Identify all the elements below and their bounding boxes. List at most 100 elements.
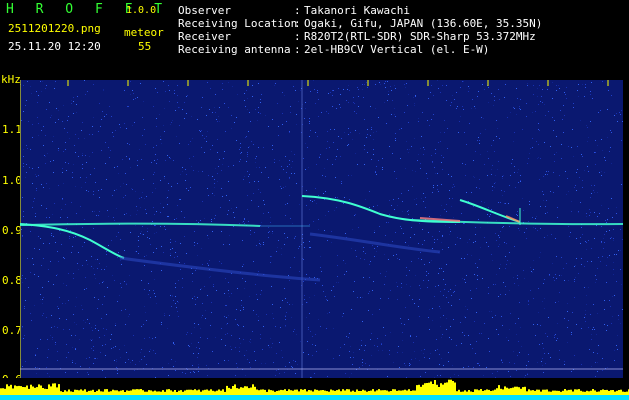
- noise-speck: [469, 88, 470, 89]
- noise-speck: [186, 253, 187, 254]
- level-bar: [496, 388, 498, 395]
- noise-speck: [321, 271, 322, 272]
- noise-speck: [22, 235, 23, 236]
- noise-speck: [543, 194, 544, 195]
- noise-speck: [196, 347, 197, 348]
- noise-speck: [220, 207, 221, 208]
- noise-speck: [600, 110, 601, 111]
- noise-speck: [228, 282, 229, 283]
- noise-speck: [92, 339, 93, 340]
- level-bar: [428, 382, 430, 395]
- noise-speck: [299, 204, 300, 205]
- noise-speck: [493, 284, 494, 285]
- noise-speck: [147, 231, 148, 232]
- noise-speck: [68, 116, 69, 117]
- noise-speck: [372, 245, 373, 246]
- level-bar: [576, 389, 578, 395]
- noise-speck: [316, 164, 317, 165]
- noise-speck: [113, 347, 114, 348]
- level-bar: [552, 390, 554, 395]
- level-bar: [172, 391, 174, 395]
- noise-speck: [589, 349, 590, 350]
- noise-speck: [179, 199, 180, 200]
- noise-speck: [495, 315, 496, 316]
- noise-speck: [56, 275, 57, 276]
- noise-speck: [178, 316, 179, 317]
- level-bar: [118, 391, 120, 395]
- level-bar: [456, 391, 458, 395]
- noise-speck: [126, 156, 127, 157]
- noise-speck: [499, 244, 500, 245]
- noise-speck: [285, 319, 286, 320]
- noise-speck: [391, 205, 392, 206]
- noise-speck: [249, 146, 250, 147]
- noise-speck: [175, 241, 176, 242]
- noise-speck: [29, 167, 30, 168]
- noise-speck: [489, 216, 490, 217]
- level-bar: [618, 390, 620, 395]
- noise-speck: [150, 244, 151, 245]
- noise-speck: [414, 303, 415, 304]
- noise-speck: [479, 179, 480, 180]
- noise-speck: [497, 169, 498, 170]
- noise-speck: [396, 254, 397, 255]
- noise-speck: [150, 349, 151, 350]
- noise-speck: [527, 163, 528, 164]
- level-bar: [566, 390, 568, 395]
- noise-speck: [345, 263, 346, 264]
- noise-speck: [309, 118, 310, 119]
- level-bar: [142, 390, 144, 395]
- noise-speck: [412, 299, 413, 300]
- noise-speck: [441, 268, 442, 269]
- noise-speck: [520, 175, 521, 176]
- noise-speck: [538, 312, 539, 313]
- noise-speck: [547, 212, 548, 213]
- noise-speck: [282, 113, 283, 114]
- noise-speck: [559, 350, 560, 351]
- noise-speck: [276, 370, 277, 371]
- noise-speck: [588, 327, 589, 328]
- noise-speck: [194, 323, 195, 324]
- noise-speck: [155, 296, 156, 297]
- noise-speck: [290, 267, 291, 268]
- noise-speck: [250, 339, 251, 340]
- noise-speck: [65, 142, 66, 143]
- noise-speck: [291, 173, 292, 174]
- noise-speck: [526, 103, 527, 104]
- noise-speck: [424, 357, 425, 358]
- level-bar: [420, 386, 422, 395]
- noise-speck: [622, 239, 623, 240]
- noise-speck: [605, 160, 606, 161]
- noise-speck: [384, 254, 385, 255]
- noise-speck: [161, 143, 162, 144]
- noise-speck: [352, 364, 353, 365]
- noise-speck: [570, 232, 571, 233]
- noise-speck: [421, 136, 422, 137]
- noise-speck: [87, 372, 88, 373]
- level-bar: [38, 384, 40, 395]
- level-bar: [422, 384, 424, 395]
- noise-speck: [502, 227, 503, 228]
- noise-speck: [68, 163, 69, 164]
- noise-speck: [449, 337, 450, 338]
- noise-speck: [163, 207, 164, 208]
- noise-speck: [464, 279, 465, 280]
- noise-speck: [484, 323, 485, 324]
- noise-speck: [261, 94, 262, 95]
- noise-speck: [35, 367, 36, 368]
- noise-speck: [32, 137, 33, 138]
- noise-speck: [250, 121, 251, 122]
- noise-speck: [488, 87, 489, 88]
- noise-speck: [286, 312, 287, 313]
- noise-speck: [509, 226, 510, 227]
- noise-speck: [167, 204, 168, 205]
- noise-speck: [170, 124, 171, 125]
- noise-speck: [418, 121, 419, 122]
- noise-speck: [260, 102, 261, 103]
- level-bar: [204, 389, 206, 395]
- noise-speck: [43, 243, 44, 244]
- noise-speck: [545, 115, 546, 116]
- noise-speck: [289, 195, 290, 196]
- info-value: R820T2(RTL-SDR) SDR-Sharp 53.372MHz: [304, 30, 536, 43]
- noise-speck: [464, 132, 465, 133]
